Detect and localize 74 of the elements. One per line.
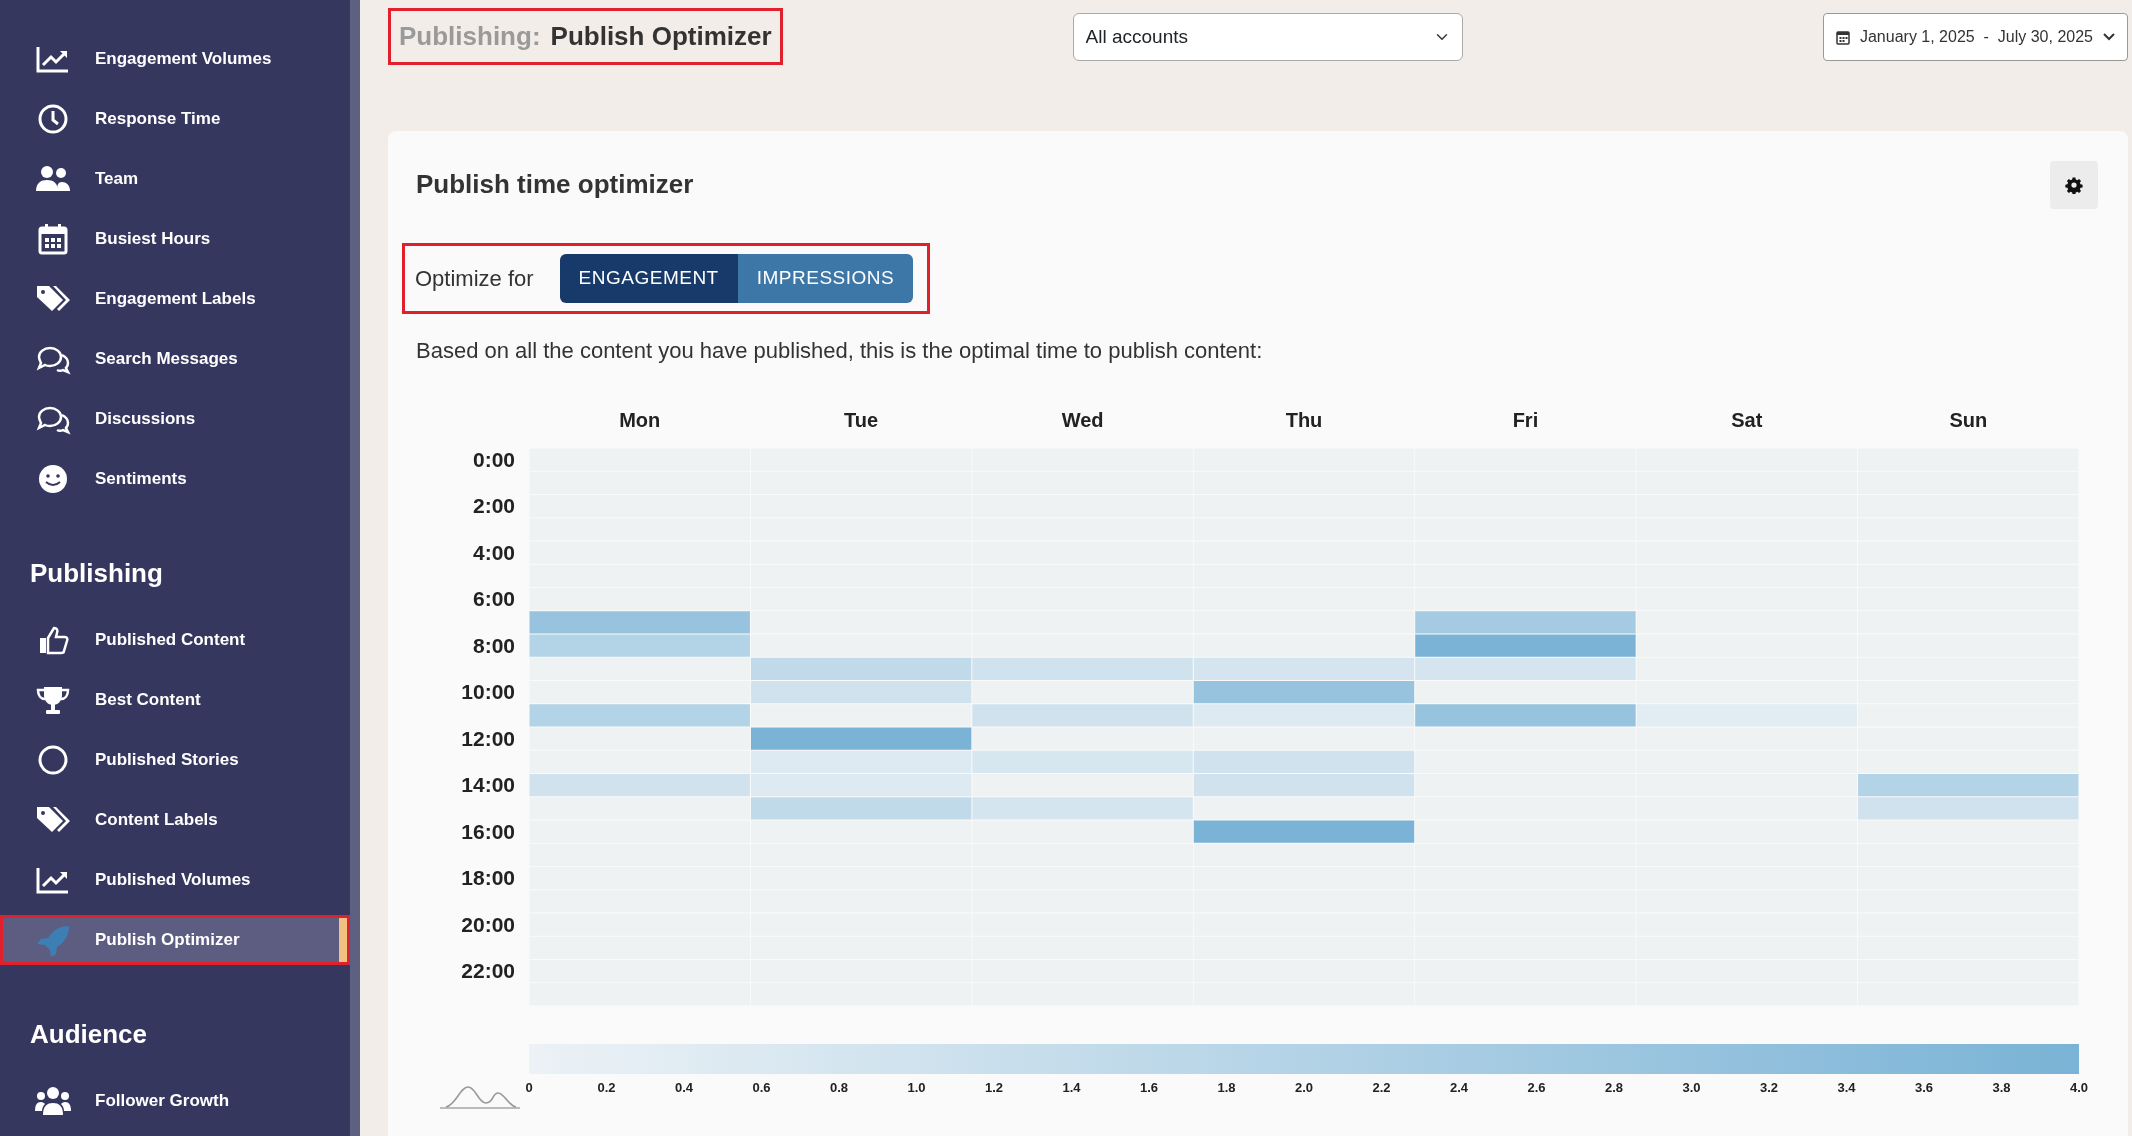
hour-label: 14:00	[461, 772, 515, 796]
scale-label: 0.2	[597, 1079, 616, 1095]
day-label: Mon	[619, 408, 661, 431]
scale-label: 4.0	[2069, 1079, 2089, 1095]
scale-label: 3.0	[1682, 1079, 1701, 1095]
scale-label: 3.2	[1759, 1079, 1779, 1095]
sidebar-item[interactable]: Content Labels	[0, 795, 350, 845]
scale-label: 1.6	[1139, 1079, 1159, 1095]
sidebar-item[interactable]: Discussions	[0, 394, 350, 444]
sidebar-item[interactable]: Follower Growth	[0, 1076, 350, 1126]
sidebar-item[interactable]: Published Content	[0, 615, 350, 665]
date-range-picker[interactable]: January 1, 2025 - July 30, 2025	[1822, 13, 2128, 61]
hour-label: 4:00	[472, 540, 515, 564]
calendar-icon	[1835, 29, 1850, 45]
sidebar-item[interactable]: Engagement Labels	[0, 274, 350, 324]
toggle-button[interactable]: ENGAGEMENT	[559, 254, 738, 303]
hour-label: 12:00	[461, 726, 515, 750]
description: Based on all the content you have published, this is the optimal time to publish content:	[416, 336, 1264, 365]
hour-label: 20:00	[461, 912, 515, 936]
sidebar-item[interactable]: Publish Optimizer	[0, 915, 350, 965]
hour-label: 22:00	[461, 958, 515, 982]
sidebar-item[interactable]: Search Messages	[0, 334, 350, 384]
hour-label: 2:00	[472, 493, 515, 517]
card-title: Publish time optimizer	[416, 169, 694, 201]
chevron-down-icon	[2103, 33, 2115, 41]
hour-label: 16:00	[461, 819, 515, 843]
hour-label: 6:00	[472, 586, 515, 610]
scale-label: 0.8	[829, 1079, 849, 1095]
day-label: Tue	[844, 408, 879, 431]
section-heading: Publishing	[30, 557, 164, 590]
scale-label: 1.4	[1062, 1079, 1081, 1095]
optimize-label: Optimize for	[415, 264, 534, 293]
scale-label: 2.6	[1527, 1079, 1546, 1095]
scale-label: 0.4	[674, 1079, 694, 1095]
day-label: Thu	[1285, 408, 1323, 431]
scale-label: 0.6	[752, 1079, 771, 1095]
scale-label: 2.0	[1294, 1079, 1314, 1095]
scale-label: 0	[525, 1079, 533, 1095]
scale-label: 2.2	[1372, 1079, 1391, 1095]
scale-label: 1.8	[1217, 1079, 1236, 1095]
day-label: Sat	[1731, 408, 1763, 431]
scale-label: 2.4	[1449, 1079, 1469, 1095]
sidebar-item[interactable]: Published Stories	[0, 735, 350, 785]
scale-label: 1.2	[984, 1079, 1004, 1095]
sidebar-item[interactable]: Best Content	[0, 675, 350, 725]
hour-label: 18:00	[461, 865, 515, 889]
settings-button[interactable]	[2050, 161, 2098, 209]
sidebar-item[interactable]: Busiest Hours	[0, 214, 350, 264]
people-group-icon	[35, 1085, 71, 1117]
sidebar-item[interactable]: Team	[0, 154, 350, 204]
sidebar-item[interactable]: Engagement Volumes	[0, 34, 350, 84]
scrollbar[interactable]	[350, 0, 360, 1136]
page-title: Publishing: Publish Optimizer	[388, 8, 783, 65]
sidebar-item[interactable]: Response Time	[0, 94, 350, 144]
hour-label: 0:00	[472, 447, 515, 471]
toggle-button[interactable]: IMPRESSIONS	[737, 254, 914, 303]
sidebar-item[interactable]: Sentiments	[0, 454, 350, 504]
scale-label: 1.0	[907, 1079, 926, 1095]
scale-label: 3.4	[1837, 1079, 1856, 1095]
settings-icon	[2065, 176, 2083, 194]
day-label: Wed	[1061, 408, 1104, 431]
hour-label: 8:00	[472, 633, 515, 657]
sidebar-item[interactable]: Published Volumes	[0, 855, 350, 905]
scale-label: 3.6	[1914, 1079, 1934, 1095]
section-heading: Audience	[30, 1018, 149, 1051]
chart-logo-icon	[439, 1085, 521, 1109]
day-label: Sun	[1949, 408, 1988, 431]
scale-label: 3.8	[1992, 1079, 2011, 1095]
day-label: Fri	[1512, 408, 1539, 431]
rocket-icon	[35, 924, 71, 956]
account-select[interactable]: All accounts	[1072, 13, 1463, 61]
trophy-icon	[35, 684, 71, 716]
hour-label: 10:00	[461, 679, 515, 703]
scale-label: 2.8	[1604, 1079, 1624, 1095]
